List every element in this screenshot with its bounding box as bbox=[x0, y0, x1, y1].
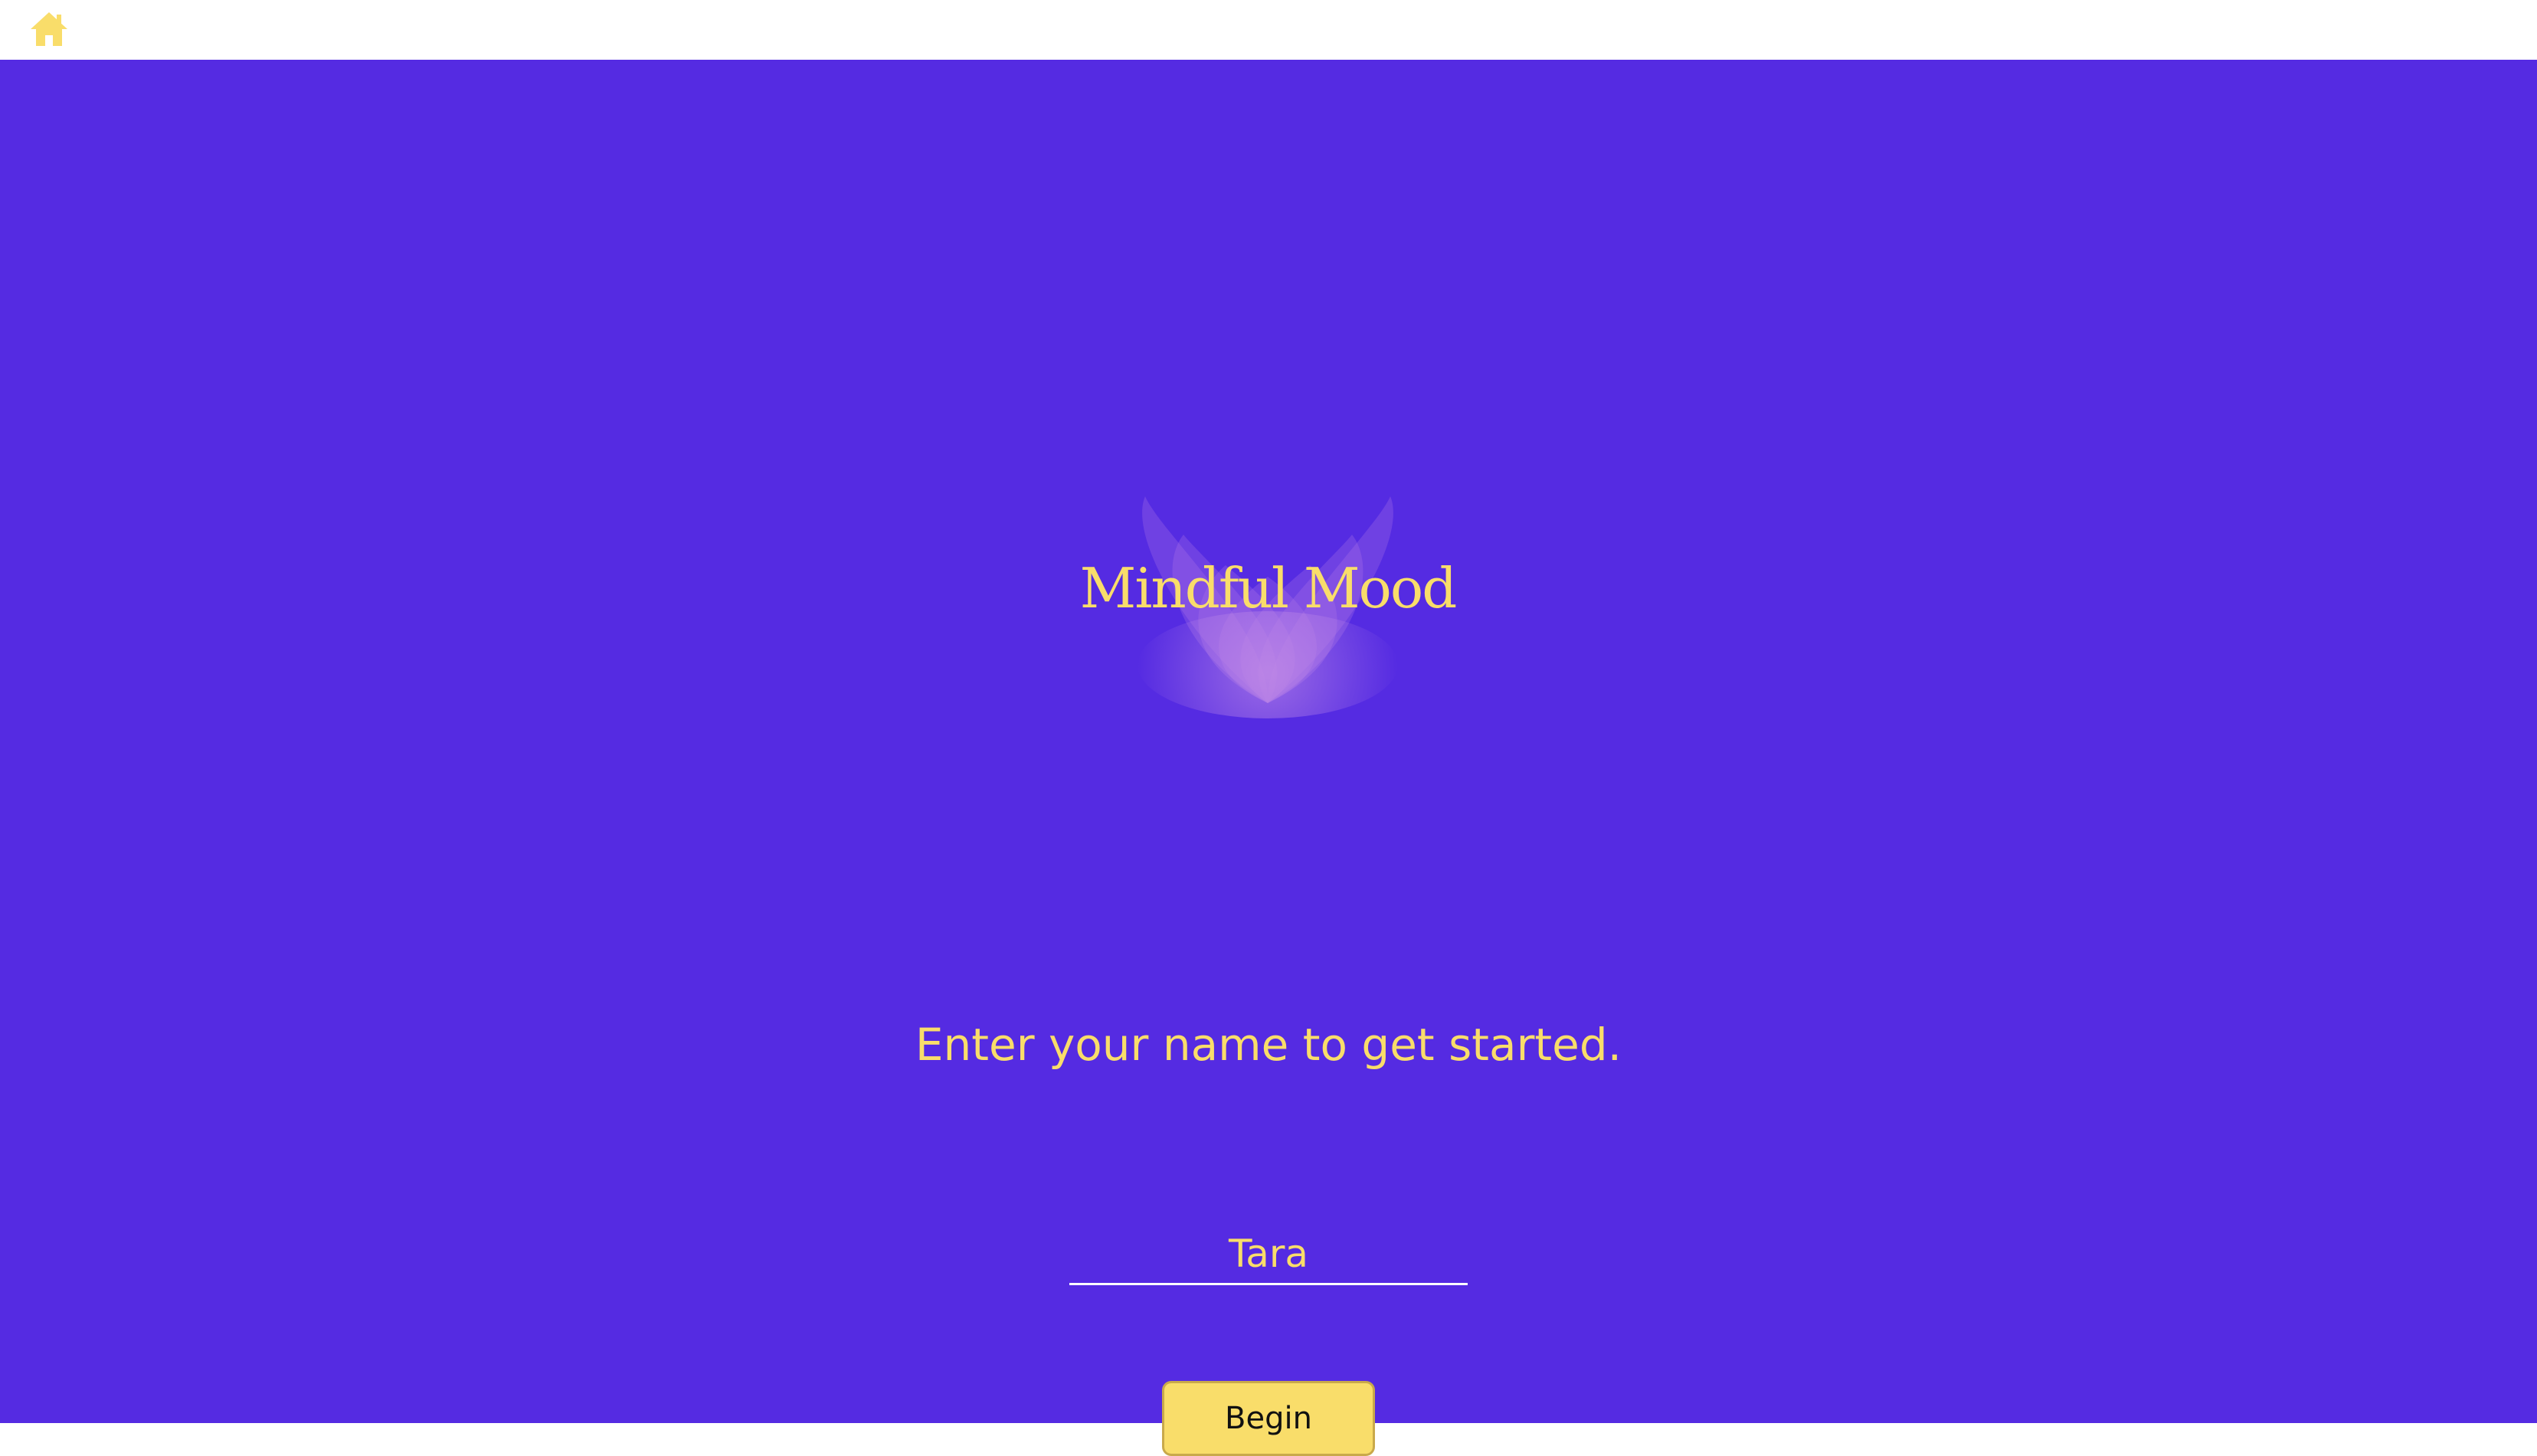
main-panel: Mindful Mood Enter your name to get star… bbox=[0, 60, 2537, 1456]
name-prompt: Enter your name to get started. bbox=[915, 1019, 1622, 1071]
top-bar bbox=[0, 0, 2537, 60]
home-icon[interactable] bbox=[28, 8, 70, 51]
app-title: Mindful Mood bbox=[1079, 556, 1458, 620]
name-input[interactable] bbox=[1069, 1224, 1468, 1285]
app-logo: Mindful Mood bbox=[1049, 420, 1486, 726]
begin-button[interactable]: Begin bbox=[1162, 1381, 1375, 1456]
